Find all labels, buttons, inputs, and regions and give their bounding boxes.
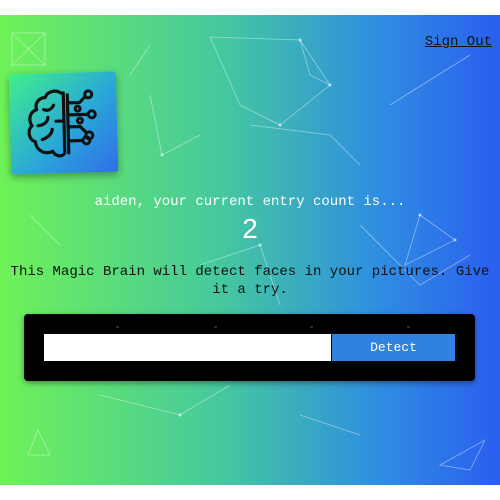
brain-circuit-icon — [27, 89, 97, 158]
image-link-form: Detect — [24, 314, 475, 381]
detect-button[interactable]: Detect — [332, 334, 455, 361]
app-background: Sign Out aiden, your current entry count… — [0, 15, 500, 485]
entry-count-value: 2 — [242, 213, 258, 244]
form-dot — [407, 326, 410, 328]
top-nav: Sign Out — [425, 32, 492, 50]
logo-card — [8, 71, 119, 175]
form-dot — [310, 326, 313, 328]
entry-count-message: aiden, your current entry count is... — [94, 194, 406, 210]
form-description: This Magic Brain will detect faces in yo… — [10, 264, 490, 298]
form-dot — [214, 326, 217, 328]
sign-out-link[interactable]: Sign Out — [425, 34, 492, 50]
image-url-input[interactable] — [44, 334, 331, 361]
form-dot — [116, 326, 119, 328]
